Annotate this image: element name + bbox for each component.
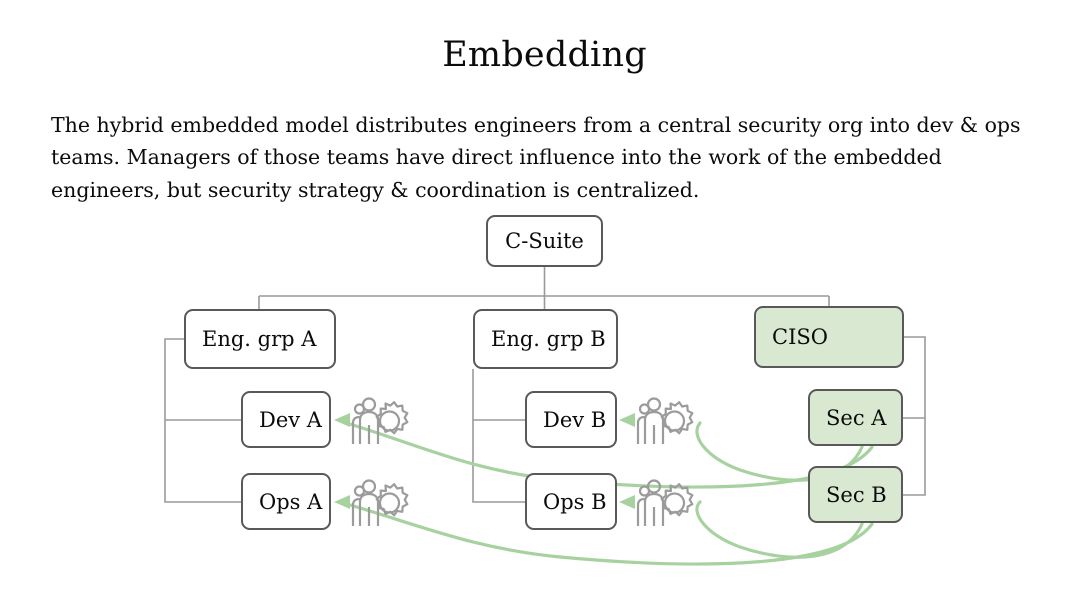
node-sec-a[interactable]: Sec A [808,389,903,446]
node-sec-b[interactable]: Sec B [808,466,903,523]
node-label: Dev B [543,407,607,432]
person-gear-icon [351,397,409,444]
node-ciso[interactable]: CISO [754,306,904,368]
node-label: Eng. grp B [491,327,606,351]
person-gear-icon [351,479,409,526]
node-label: Eng. grp A [202,327,317,351]
person-gear-icon [636,479,694,526]
slide-page: Embedding The hybrid embedded model dist… [0,0,1089,612]
person-gear-icon [636,397,694,444]
node-label: Sec A [826,405,887,430]
node-eng-grp-a[interactable]: Eng. grp A [184,309,336,369]
node-label: CISO [772,325,828,349]
node-label: Sec B [826,482,887,507]
node-ops-a[interactable]: Ops A [241,473,331,530]
page-title: Embedding [442,35,647,76]
node-dev-b[interactable]: Dev B [525,391,617,448]
node-label: C-Suite [505,229,584,253]
node-c-suite[interactable]: C-Suite [486,215,603,267]
node-eng-grp-b[interactable]: Eng. grp B [473,309,618,369]
node-label: Dev A [259,407,322,432]
node-label: Ops B [543,489,607,514]
node-label: Ops A [259,489,323,514]
intro-paragraph: The hybrid embedded model distributes en… [51,112,1021,202]
node-ops-b[interactable]: Ops B [525,473,617,530]
org-chart-diagram: C-Suite Eng. grp A Eng. grp B CISO Dev A… [0,195,1089,595]
node-dev-a[interactable]: Dev A [241,391,331,448]
